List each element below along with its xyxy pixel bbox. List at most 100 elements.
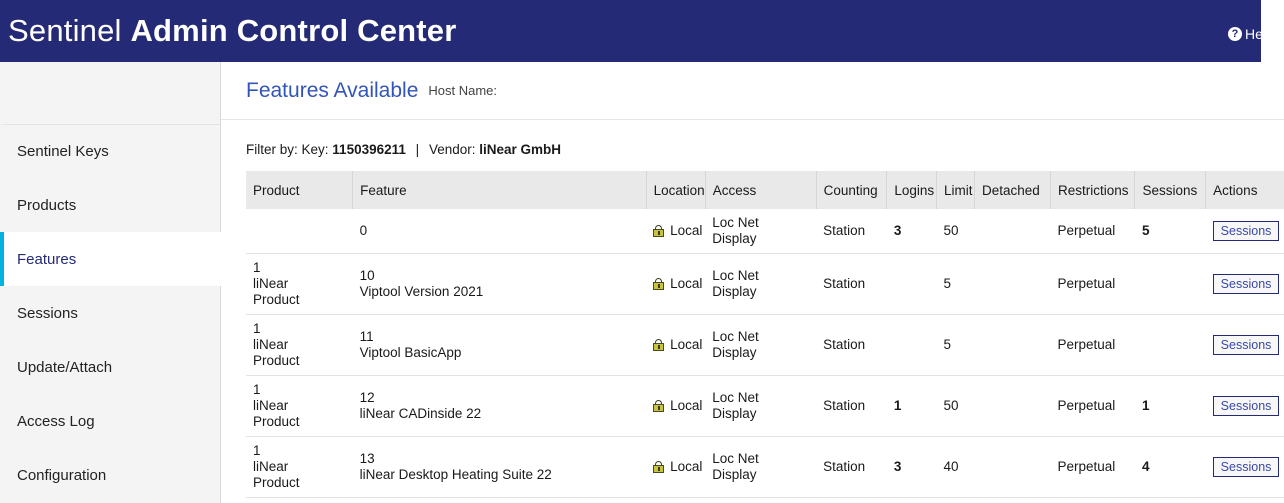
feature-cell-text: 10 Viptool Version 2021	[360, 268, 640, 300]
logins-value: 3	[893, 223, 902, 238]
sessions-button[interactable]: Sessions	[1212, 335, 1280, 355]
feature-name: Viptool Version 2021	[359, 284, 484, 299]
access-line: Display	[712, 467, 757, 482]
sidebar-top-spacer	[0, 62, 220, 124]
sidebar-item-sessions[interactable]: Sessions	[0, 286, 220, 340]
cell-sessions	[1134, 314, 1206, 376]
cell-feature: 14	[352, 497, 647, 503]
cell-sessions: 4	[1134, 436, 1206, 498]
sidebar-item-sentinel-keys[interactable]: Sentinel Keys	[0, 124, 220, 178]
cell-location: Local	[646, 209, 706, 254]
column-header-logins[interactable]: Logins	[886, 171, 937, 209]
help-link[interactable]: ? He	[1228, 26, 1262, 42]
feature-cell-text: 13 liNear Desktop Heating Suite 22	[360, 451, 640, 483]
access-line: Display	[712, 231, 757, 246]
cell-product	[246, 209, 353, 254]
cell-product: 1liNearProduct	[246, 497, 353, 503]
restrictions-value: Perpetual	[1057, 223, 1116, 238]
cell-counting: Station	[816, 436, 887, 498]
feature-name: liNear Desktop Heating Suite 22	[359, 467, 552, 482]
column-header-sessions[interactable]: Sessions	[1134, 171, 1207, 209]
product-name-line: liNear	[253, 459, 289, 474]
cell-feature: 11 Viptool BasicApp	[352, 314, 647, 376]
sessions-button[interactable]: Sessions	[1212, 221, 1280, 241]
sidebar-item-update-attach[interactable]: Update/Attach	[0, 340, 220, 394]
location-label: Local	[670, 337, 703, 352]
restrictions-value: Perpetual	[1057, 459, 1116, 474]
cell-actions: Sessions	[1205, 253, 1284, 315]
sessions-button[interactable]: Sessions	[1212, 396, 1280, 416]
location-label: Local	[670, 459, 703, 474]
access-line: Loc Net	[712, 215, 759, 230]
logins-value: 3	[893, 459, 902, 474]
sidebar-nav: Sentinel Keys Products Features Sessions…	[0, 62, 221, 503]
column-header-product[interactable]: Product	[246, 171, 354, 209]
cell-restrictions: Perpetual	[1050, 209, 1135, 254]
column-header-restrictions[interactable]: Restrictions	[1050, 171, 1136, 209]
cell-location: Local	[646, 253, 706, 315]
feature-cell-text: 12 liNear CADinside 22	[360, 390, 640, 422]
access-line: Loc Net	[712, 451, 759, 466]
column-header-detached[interactable]: Detached	[974, 171, 1051, 209]
counting-value: Station	[823, 398, 866, 413]
column-header-feature[interactable]: Feature	[352, 171, 647, 209]
sidebar-item-configuration[interactable]: Configuration	[0, 448, 220, 502]
location-label: Local	[670, 223, 703, 238]
product-name-line: liNear	[253, 276, 289, 291]
sidebar-item-access-log[interactable]: Access Log	[0, 394, 220, 448]
product-cell-text: 1 liNear Product	[253, 321, 346, 369]
table-row: 0 Local Loc Net Display Station 3 50 Perpetual 5…	[246, 209, 1284, 254]
limit-value: 50	[943, 398, 959, 413]
sessions-button[interactable]: Sessions	[1212, 274, 1280, 294]
feature-id: 10	[359, 268, 375, 283]
cell-sessions	[1134, 253, 1206, 315]
cell-restrictions: Perpetual	[1050, 497, 1135, 503]
cell-limit: 40	[936, 436, 975, 498]
cell-product: 1liNearProduct	[246, 436, 353, 498]
column-header-location[interactable]: Location	[646, 171, 706, 209]
lock-icon	[653, 339, 665, 351]
sessions-button[interactable]: Sessions	[1212, 457, 1280, 477]
cell-product: 1liNearProduct	[246, 314, 353, 376]
cell-limit: 5	[936, 253, 975, 315]
table-header-row: Product Feature Location Access Counting…	[246, 171, 1284, 209]
filter-separator: |	[415, 142, 420, 157]
feature-cell-text: 0	[360, 223, 640, 239]
table-row: 1 liNear Product 10 Viptool Version 2021 Loca…	[246, 253, 1284, 315]
cell-actions: Sessions	[1205, 209, 1284, 254]
column-header-access[interactable]: Access	[705, 171, 817, 209]
access-line: Loc Net	[712, 390, 759, 405]
feature-id: 0	[359, 223, 368, 238]
cell-access: Loc Net Display	[705, 253, 817, 315]
column-header-limit[interactable]: Limit	[936, 171, 975, 209]
cell-feature: 0	[352, 209, 647, 254]
brand-bold: Admin Control Center	[130, 13, 457, 48]
cell-product: 1liNearProduct	[246, 375, 353, 437]
cell-restrictions: Perpetual	[1050, 253, 1135, 315]
cell-counting: Station	[816, 375, 887, 437]
lock-icon	[653, 461, 665, 473]
feature-id: 12	[359, 390, 375, 405]
cell-access: Loc Net	[705, 497, 817, 503]
lock-icon	[653, 400, 665, 412]
page-header: Features Available Host Name:	[221, 62, 1284, 120]
column-header-actions[interactable]: Actions	[1205, 171, 1284, 209]
product-id: 1	[253, 382, 261, 397]
sidebar-item-products[interactable]: Products	[0, 178, 220, 232]
access-line: Display	[712, 284, 757, 299]
cell-actions: Sessions	[1205, 436, 1284, 498]
cell-detached	[974, 314, 1051, 376]
column-header-counting[interactable]: Counting	[816, 171, 888, 209]
table-row: 1 liNear Product 13 liNear Desktop Heating S…	[246, 436, 1284, 498]
cell-access: Loc Net Display	[705, 375, 817, 437]
cell-location: Local	[646, 314, 706, 376]
cell-actions: Sessions	[1205, 497, 1284, 503]
cell-logins	[886, 314, 937, 376]
logins-value: 1	[893, 398, 902, 413]
cell-location: Local	[646, 497, 706, 503]
cell-restrictions: Perpetual	[1050, 436, 1135, 498]
counting-value: Station	[823, 223, 866, 238]
sidebar-item-label: Sentinel Keys	[17, 143, 109, 160]
sidebar-item-features[interactable]: Features	[0, 232, 221, 286]
access-cell-text: Loc Net Display	[712, 390, 809, 422]
